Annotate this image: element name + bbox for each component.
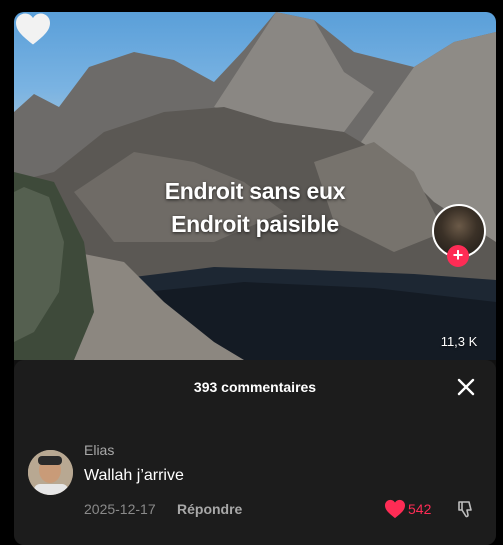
comments-sheet: 393 commentaires Elias Wallah j’arrive 2…	[14, 360, 496, 545]
follow-button[interactable]: +	[447, 245, 469, 267]
thumbs-down-icon[interactable]	[456, 499, 476, 519]
heart-icon[interactable]	[14, 12, 52, 46]
heart-filled-icon[interactable]	[384, 499, 406, 519]
comment-text: Wallah j’arrive	[84, 467, 184, 484]
tiktok-frame: Endroit sans eux Endroit paisible + 11,3…	[14, 12, 496, 545]
video-player[interactable]: Endroit sans eux Endroit paisible + 11,3…	[14, 12, 496, 360]
comment-username[interactable]: Elias	[84, 442, 114, 458]
close-icon[interactable]	[455, 376, 477, 398]
comment-date: 2025-12-17	[84, 501, 156, 517]
overlay-caption-line1: Endroit sans eux	[164, 178, 346, 204]
reply-button[interactable]: Répondre	[177, 501, 242, 517]
plus-icon: +	[452, 245, 464, 265]
overlay-caption-line2: Endroit paisible	[171, 211, 339, 237]
comments-count-title: 393 commentaires	[193, 379, 317, 395]
video-like-count: 11,3 K	[440, 334, 478, 349]
comment-like-count: 542	[408, 501, 432, 517]
avatar[interactable]	[28, 450, 73, 495]
